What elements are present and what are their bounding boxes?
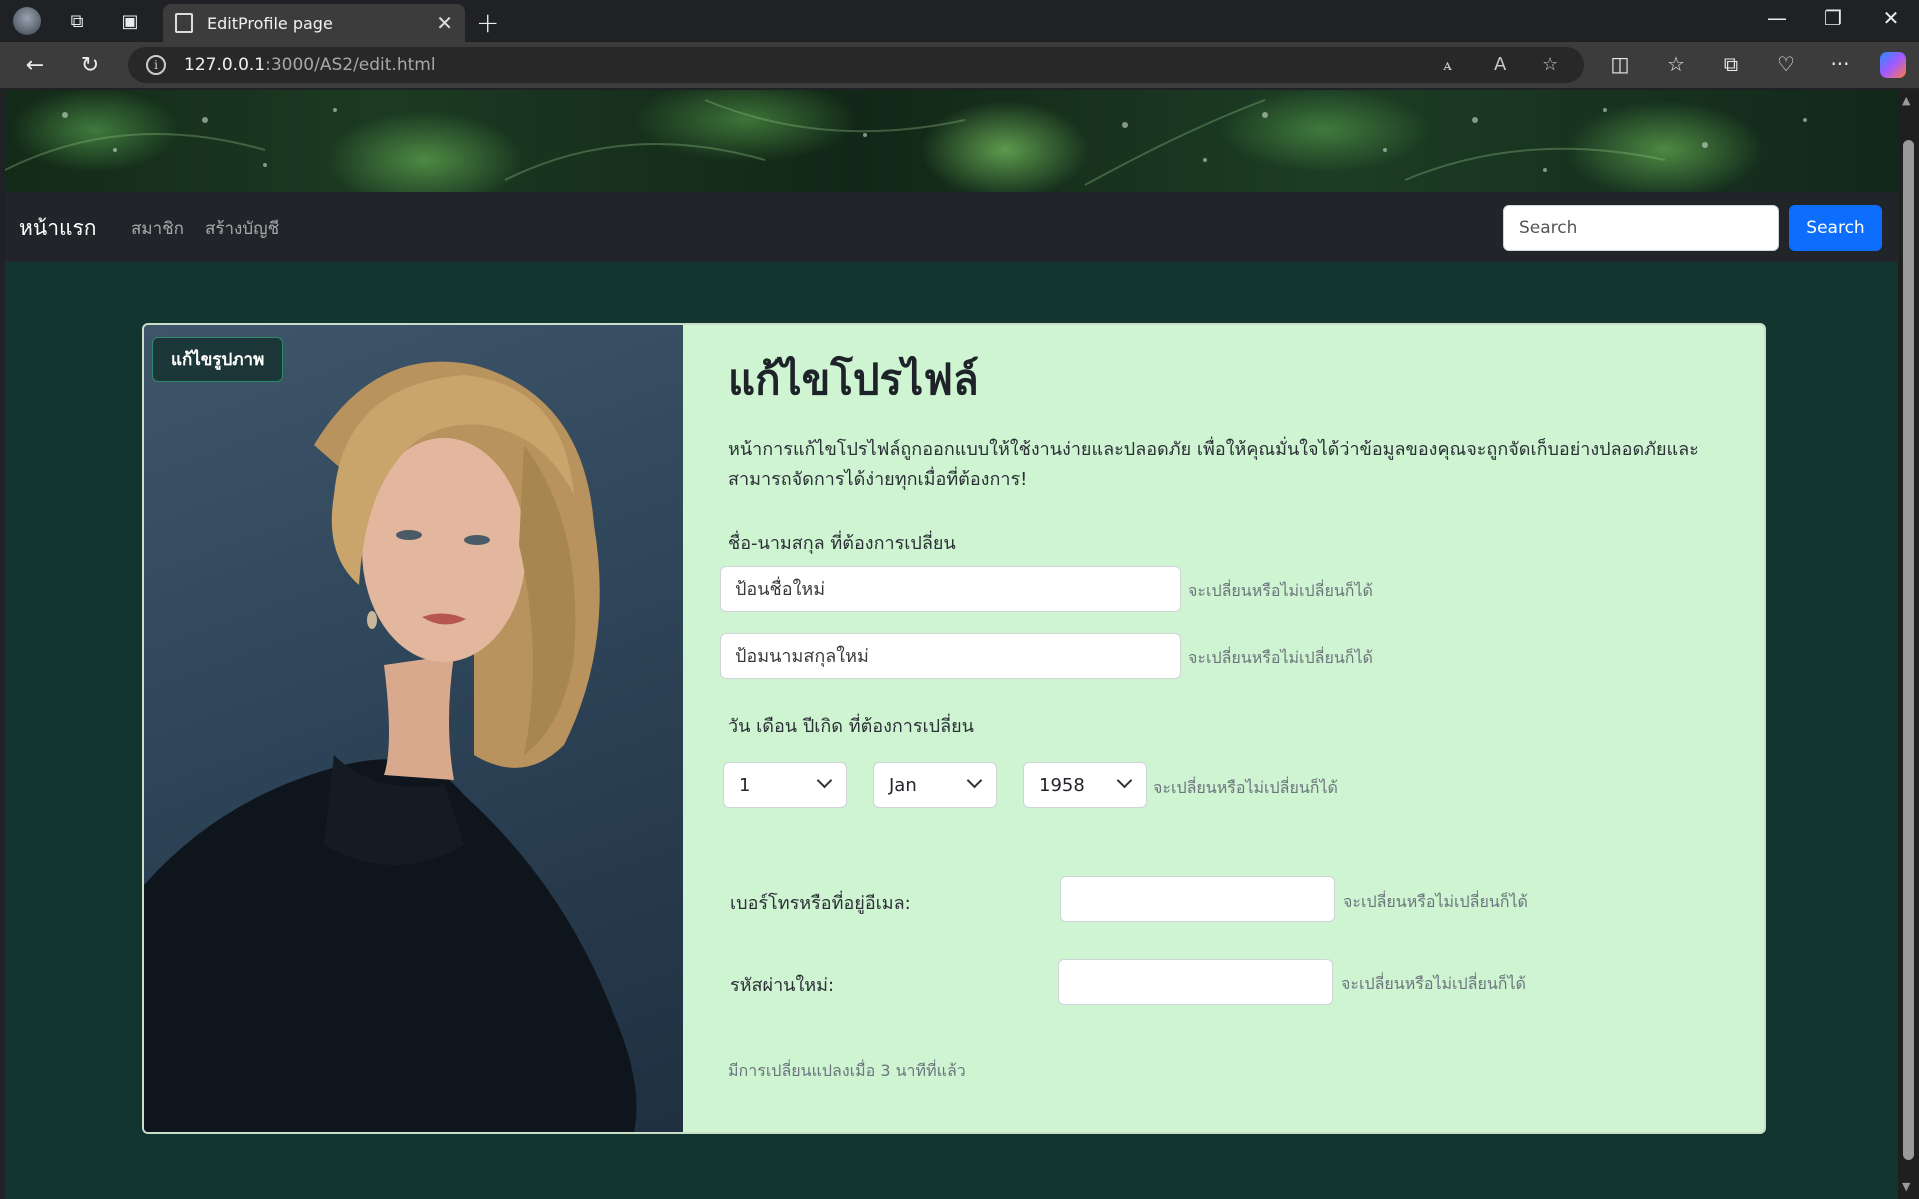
more-menu-icon[interactable]: ··· <box>1826 52 1854 76</box>
scroll-up-icon[interactable]: ▲ <box>1902 94 1910 107</box>
leaf-droplets-decoration <box>5 99 1807 186</box>
portrait-illustration <box>144 361 637 1132</box>
nav-link-members[interactable]: สมาชิก <box>131 215 184 242</box>
profile-avatar-icon[interactable] <box>12 7 42 35</box>
contact-label: เบอร์โทรหรือที่อยู่อีเมล: <box>730 893 911 914</box>
birth-year-value: 1958 <box>1039 774 1085 796</box>
refresh-icon[interactable]: ↻ <box>75 50 105 80</box>
nav-link-create-account[interactable]: สร้างบัญชี <box>205 215 279 242</box>
vertical-tabs-icon[interactable]: ▣ <box>115 7 145 35</box>
address-bar[interactable]: i 127.0.0.1:3000/AS2/edit.html ꭺ A ☆ <box>128 47 1584 83</box>
browser-essentials-icon[interactable]: ♡ <box>1772 52 1800 76</box>
search-input[interactable] <box>1503 205 1779 251</box>
first-name-hint: จะเปลี่ยนหรือไม่เปลี่ยนก็ได้ <box>1188 581 1373 600</box>
url-host: 127.0.0.1 <box>184 55 266 75</box>
copilot-icon[interactable] <box>1880 52 1906 78</box>
minimize-icon[interactable]: — <box>1757 6 1797 30</box>
birth-day-value: 1 <box>739 774 751 796</box>
url-path: :3000/AS2/edit.html <box>265 55 436 75</box>
split-screen-icon[interactable]: ◫ <box>1606 52 1634 76</box>
birth-year-select[interactable]: 1958 <box>1023 762 1147 808</box>
tab-title: EditProfile page <box>207 13 333 33</box>
profile-photo: แก้ไขรูปภาพ <box>144 325 683 1132</box>
page-viewport: หน้าแรก สมาชิก สร้างบัญชี Search Search … <box>5 90 1898 1199</box>
last-name-input[interactable] <box>720 633 1181 679</box>
edit-profile-card: แก้ไขรูปภาพ แก้ไขโปรไฟล์ หน้าการแก้ไขโปร… <box>142 323 1766 1134</box>
scroll-down-icon[interactable]: ▼ <box>1902 1180 1910 1193</box>
edit-picture-button[interactable]: แก้ไขรูปภาพ <box>152 337 284 382</box>
nav-brand-home[interactable]: หน้าแรก <box>19 212 97 245</box>
favorite-star-icon[interactable]: ☆ <box>1542 54 1558 75</box>
edit-profile-form: แก้ไขโปรไฟล์ หน้าการแก้ไขโปรไฟล์ถูกออกแบ… <box>683 325 1764 1132</box>
workspaces-icon[interactable]: ⧉ <box>62 7 92 35</box>
restore-icon[interactable]: ❐ <box>1813 6 1853 30</box>
search-button[interactable]: Search <box>1789 205 1882 251</box>
birth-day-select[interactable]: 1 <box>723 762 847 808</box>
new-tab-icon[interactable]: + <box>476 6 499 39</box>
page-title: แก้ไขโปรไฟล์ <box>728 355 979 404</box>
password-hint: จะเปลี่ยนหรือไม่เปลี่ยนก็ได้ <box>1341 974 1526 993</box>
new-password-input[interactable] <box>1058 959 1333 1005</box>
page-scrollbar[interactable]: ▲ ▼ <box>1898 90 1919 1199</box>
favorites-icon[interactable]: ☆ <box>1662 52 1690 76</box>
first-name-input[interactable] <box>720 566 1181 612</box>
birth-section-label: วัน เดือน ปีเกิด ที่ต้องการเปลี่ยน <box>728 716 974 737</box>
contact-hint: จะเปลี่ยนหรือไม่เปลี่ยนก็ได้ <box>1343 892 1528 911</box>
page-description: หน้าการแก้ไขโปรไฟล์ถูกออกแบบให้ใช้งานง่า… <box>728 439 1699 490</box>
site-info-icon[interactable]: i <box>146 55 166 75</box>
back-icon[interactable]: ← <box>20 50 50 80</box>
read-aloud-icon[interactable]: A <box>1494 54 1506 75</box>
birth-month-select[interactable]: Jan <box>873 762 997 808</box>
last-name-hint: จะเปลี่ยนหรือไม่เปลี่ยนก็ได้ <box>1188 648 1373 667</box>
scrollbar-thumb[interactable] <box>1903 140 1914 1160</box>
password-label: รหัสผ่านใหม่: <box>730 975 835 996</box>
birth-month-value: Jan <box>889 774 917 796</box>
translate-icon[interactable]: ꭺ <box>1443 54 1452 75</box>
address-bar-row: ← ↻ i 127.0.0.1:3000/AS2/edit.html ꭺ A ☆… <box>0 42 1919 88</box>
close-tab-icon[interactable]: ✕ <box>436 11 453 35</box>
chevron-down-icon <box>1116 772 1133 789</box>
top-navbar: หน้าแรก สมาชิก สร้างบัญชี Search <box>5 192 1898 262</box>
chevron-down-icon <box>966 772 983 789</box>
leaf-banner-image <box>5 90 1898 192</box>
contact-input[interactable] <box>1060 876 1335 922</box>
browser-tab-strip: ⧉ ▣ EditProfile page ✕ + — ❐ ✕ <box>0 0 1919 42</box>
tab-editprofile[interactable]: EditProfile page ✕ <box>163 4 465 42</box>
page-icon <box>175 13 193 33</box>
collections-icon[interactable]: ⧉ <box>1717 52 1745 76</box>
close-window-icon[interactable]: ✕ <box>1871 6 1911 30</box>
name-section-label: ชื่อ-นามสกุล ที่ต้องการเปลี่ยน <box>728 533 956 554</box>
last-updated-note: มีการเปลี่ยนแปลงเมื่อ 3 นาทีที่แล้ว <box>728 1061 966 1080</box>
birth-hint: จะเปลี่ยนหรือไม่เปลี่ยนก็ได้ <box>1153 778 1338 797</box>
chevron-down-icon <box>816 772 833 789</box>
